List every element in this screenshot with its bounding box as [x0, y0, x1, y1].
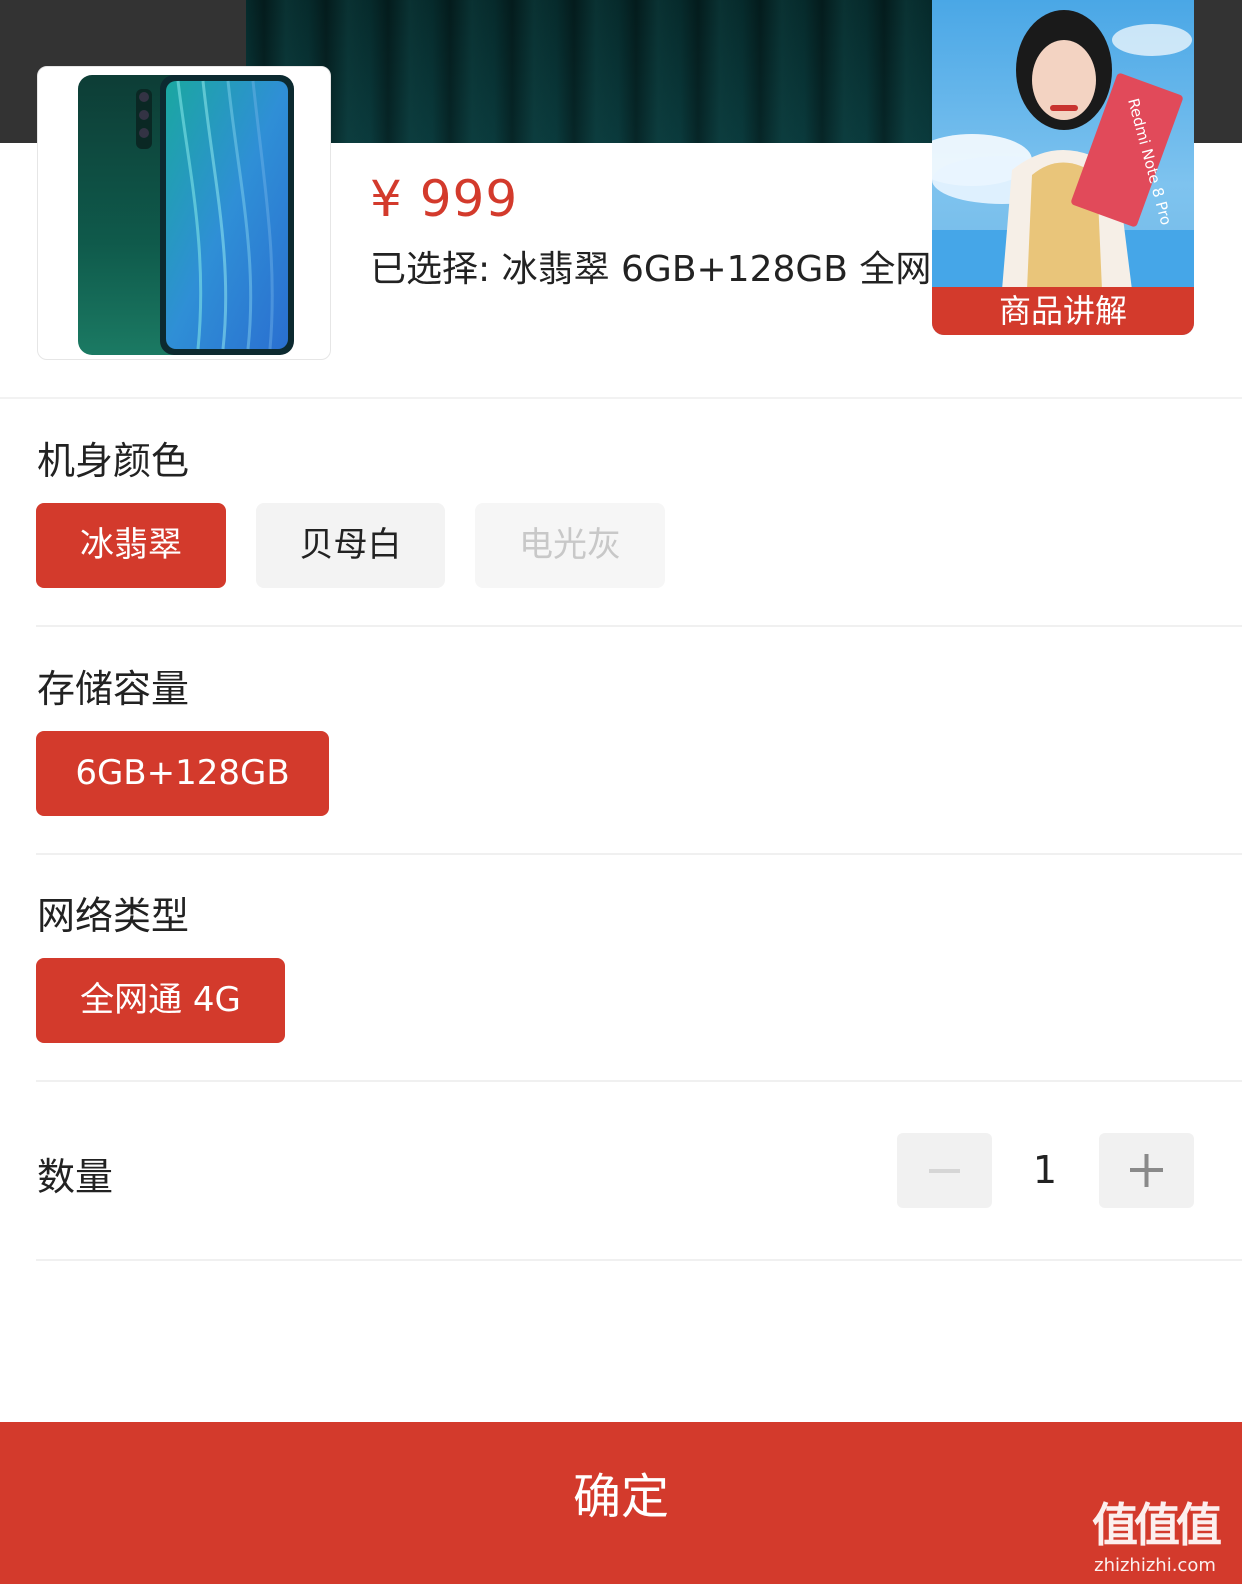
site-watermark: 值值值 zhizhizhi.com: [1080, 1489, 1230, 1576]
confirm-button[interactable]: 确定: [0, 1422, 1242, 1584]
product-explain-caption[interactable]: 商品讲解: [932, 287, 1194, 335]
minus-icon: [929, 1169, 960, 1173]
quantity-decrement-button[interactable]: [897, 1133, 992, 1208]
plus-icon: [1130, 1154, 1163, 1187]
section-divider: [36, 625, 1242, 627]
product-thumbnail: [37, 66, 331, 360]
presenter-video: Redmi Note 8 Pro: [932, 10, 1194, 290]
price: ¥ 999: [370, 170, 519, 228]
video-background: [246, 0, 946, 143]
quantity-label: 数量: [37, 1155, 114, 1199]
live-video-window[interactable]: Redmi Note 8 Pro 商品讲解: [932, 0, 1194, 335]
storage-option-6gb-128gb[interactable]: 6GB+128GB: [36, 731, 329, 816]
phone-image: [78, 75, 294, 355]
watermark-url: zhizhizhi.com: [1094, 1555, 1216, 1576]
section-divider: [36, 853, 1242, 855]
color-option-pearl-white[interactable]: 贝母白: [256, 503, 445, 588]
color-section-title: 机身颜色: [37, 439, 190, 483]
quantity-value: 1: [1032, 1148, 1058, 1192]
storage-section-title: 存储容量: [37, 667, 190, 711]
network-option-4g[interactable]: 全网通 4G: [36, 958, 285, 1043]
section-divider: [36, 1259, 1242, 1261]
header-divider: [0, 397, 1242, 399]
section-divider: [36, 1080, 1242, 1082]
selected-summary: 已选择: 冰翡翠 6GB+128GB 全网通 4G: [370, 249, 940, 290]
color-option-electric-gray: 电光灰: [475, 503, 665, 588]
watermark-logo: 值值值: [1092, 1498, 1222, 1552]
color-option-jade[interactable]: 冰翡翠: [36, 503, 226, 588]
quantity-increment-button[interactable]: [1099, 1133, 1194, 1208]
network-section-title: 网络类型: [37, 894, 190, 938]
